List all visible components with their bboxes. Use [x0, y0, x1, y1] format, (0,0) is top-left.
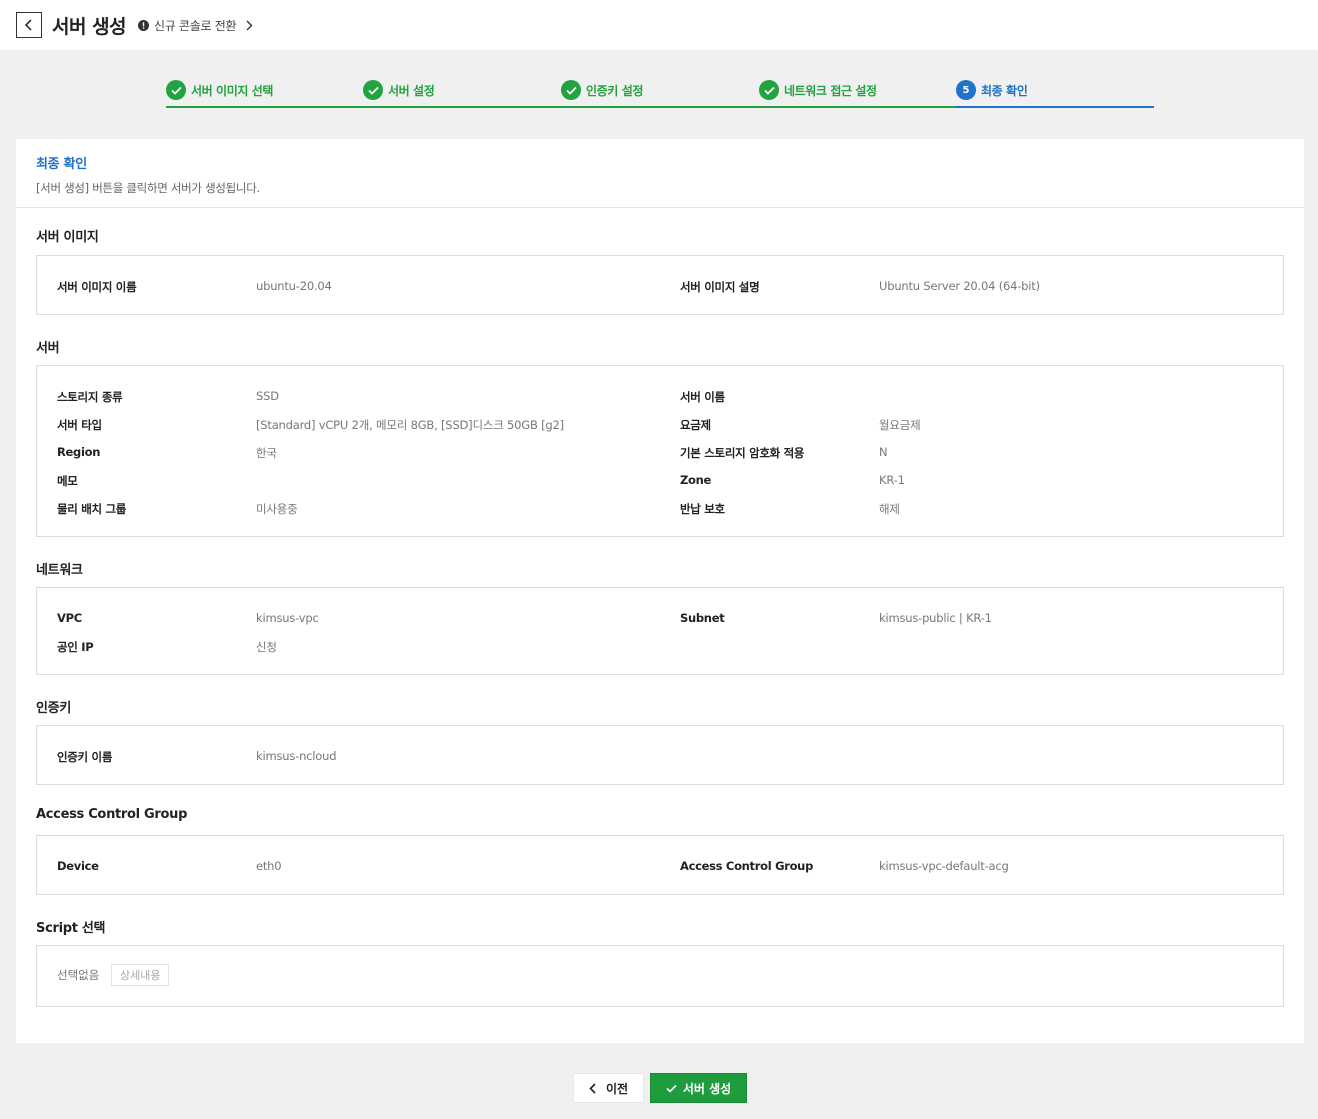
- field-label: 스토리지 종류: [57, 390, 123, 404]
- field-label: Access Control Group: [680, 859, 813, 873]
- script-none-text: 선택없음: [57, 968, 100, 982]
- field-value: 신청: [256, 640, 277, 654]
- page-title: 서버 생성: [52, 15, 127, 38]
- field-label: VPC: [57, 611, 82, 625]
- chevron-left-icon: [24, 19, 32, 31]
- check-circle-icon: [166, 80, 186, 100]
- panel-header: 최종 확인 [서버 생성] 버튼을 클릭하면 서버가 생성됩니다.: [16, 139, 1304, 208]
- step-label: 네트워크 접근 설정: [784, 83, 877, 98]
- field-label: 기본 스토리지 암호화 적용: [680, 446, 805, 460]
- field-label: 물리 배치 그룹: [57, 502, 127, 516]
- field-value: eth0: [256, 859, 282, 873]
- field-label: 반납 보호: [680, 502, 725, 516]
- field-label: 인증키 이름: [57, 750, 113, 764]
- step-label: 인증키 설정: [586, 83, 643, 98]
- field-label: 메모: [57, 474, 78, 488]
- check-circle-icon: [363, 80, 383, 100]
- back-button[interactable]: [16, 12, 42, 38]
- check-circle-icon: [759, 80, 779, 100]
- step-network-access: 네트워크 접근 설정: [759, 80, 877, 100]
- field-value: ubuntu-20.04: [256, 279, 332, 293]
- field-label: Region: [57, 445, 101, 459]
- check-icon: [666, 1084, 677, 1093]
- top-bar: 서버 생성 신규 콘솔로 전환: [0, 0, 1318, 50]
- step-server-settings: 서버 설정: [363, 80, 435, 100]
- field-value: N: [879, 445, 888, 459]
- detail-button[interactable]: 상세내용: [111, 964, 170, 986]
- step-indicator: 서버 이미지 선택 서버 설정 인증키 설정 네트워크 접근 설정 5 최종 확…: [166, 78, 1154, 109]
- step-label: 최종 확인: [981, 83, 1028, 98]
- auth-key-box: 인증키 이름 kimsus-ncloud: [36, 725, 1284, 785]
- section-title-script: Script 선택: [36, 921, 106, 936]
- step-auth-key: 인증키 설정: [561, 80, 643, 100]
- field-label: Subnet: [680, 611, 725, 625]
- final-review-panel: 최종 확인 [서버 생성] 버튼을 클릭하면 서버가 생성됩니다. 서버 이미지…: [16, 139, 1304, 1043]
- field-value: 해제: [879, 502, 900, 516]
- network-box: VPC kimsus-vpc Subnet kimsus-public | KR…: [36, 587, 1284, 675]
- acg-box: Device eth0 Access Control Group kimsus-…: [36, 835, 1284, 895]
- field-value: Ubuntu Server 20.04 (64-bit): [879, 279, 1040, 293]
- field-label: 서버 이미지 이름: [57, 280, 137, 294]
- server-image-box: 서버 이미지 이름 ubuntu-20.04 서버 이미지 설명 Ubuntu …: [36, 255, 1284, 315]
- section-title-server-image: 서버 이미지: [36, 230, 99, 245]
- step-label: 서버 설정: [388, 83, 435, 98]
- prev-button[interactable]: 이전: [573, 1073, 644, 1103]
- field-value: SSD: [256, 389, 279, 403]
- create-server-button[interactable]: 서버 생성: [650, 1073, 747, 1103]
- step-line-current: [956, 106, 1154, 108]
- field-label: 공인 IP: [57, 640, 94, 654]
- server-box: 스토리지 종류 SSD 서버 이름 서버 타입 [Standard] vCPU …: [36, 365, 1284, 537]
- field-value: 미사용중: [256, 502, 298, 516]
- field-value: kimsus-public | KR-1: [879, 611, 992, 625]
- field-value: KR-1: [879, 473, 905, 487]
- step-server-image: 서버 이미지 선택: [166, 80, 273, 100]
- field-label: 서버 타입: [57, 418, 102, 432]
- section-title-server: 서버: [36, 341, 60, 356]
- step-final-review: 5 최종 확인: [956, 80, 1028, 100]
- field-value: 월요금제: [879, 418, 921, 432]
- field-label: 서버 이미지 설명: [680, 280, 760, 294]
- field-value: kimsus-vpc-default-acg: [879, 859, 1009, 873]
- prev-button-label: 이전: [605, 1081, 629, 1096]
- field-value: [Standard] vCPU 2개, 메모리 8GB, [SSD]디스크 50…: [256, 418, 564, 432]
- panel-title: 최종 확인: [36, 157, 87, 172]
- field-label: 요금제: [680, 418, 711, 432]
- chevron-left-icon: [589, 1082, 596, 1094]
- panel-description: [서버 생성] 버튼을 클릭하면 서버가 생성됩니다.: [36, 181, 260, 195]
- field-value: kimsus-ncloud: [256, 749, 337, 763]
- field-value: kimsus-vpc: [256, 611, 319, 625]
- check-circle-icon: [561, 80, 581, 100]
- info-icon: [138, 19, 150, 31]
- step-label: 서버 이미지 선택: [191, 83, 274, 98]
- field-label: 서버 이름: [680, 390, 725, 404]
- field-label: Device: [57, 859, 99, 873]
- chevron-right-icon: [246, 20, 253, 30]
- switch-console-link[interactable]: 신규 콘솔로 전환: [138, 17, 253, 34]
- field-label: Zone: [680, 473, 712, 487]
- section-title-acg: Access Control Group: [36, 807, 188, 822]
- section-title-network: 네트워크: [36, 563, 83, 578]
- script-box: 선택없음 상세내용: [36, 945, 1284, 1007]
- switch-console-label: 신규 콘솔로 전환: [154, 18, 237, 33]
- step-number-badge: 5: [956, 80, 976, 100]
- section-title-auth-key: 인증키: [36, 701, 71, 716]
- create-button-label: 서버 생성: [682, 1081, 732, 1096]
- step-line-done: [166, 106, 956, 108]
- field-value: 한국: [256, 446, 277, 460]
